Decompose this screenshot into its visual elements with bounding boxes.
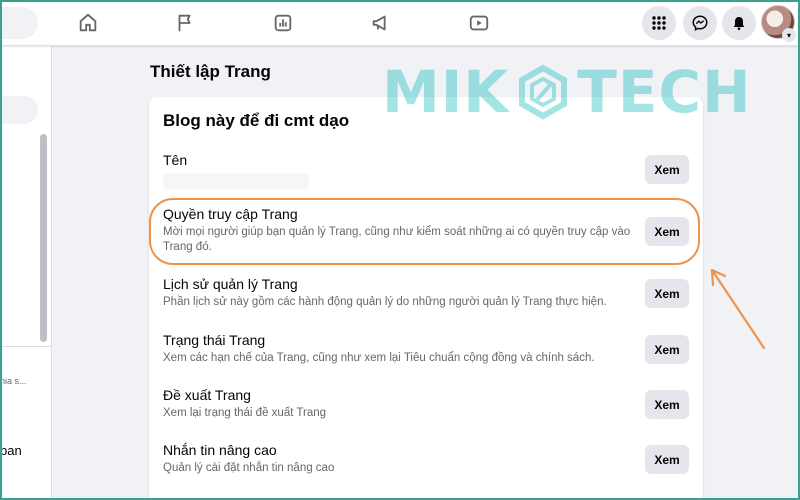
view-management-history-button[interactable]: Xem — [645, 279, 689, 308]
watermark-text: MIK — [382, 58, 510, 126]
sidebar-item-label[interactable]: ban — [0, 443, 22, 458]
bell-icon[interactable] — [722, 6, 756, 40]
row-label: Lịch sử quản lý Trang — [163, 276, 298, 292]
row-description: Xem lại trạng thái đề xuất Trang — [163, 407, 327, 419]
left-sidebar: hia s... ban — [0, 46, 52, 500]
row-description: Quản lý cài đặt nhắn tin nâng cao — [163, 462, 335, 474]
view-page-recommendation-button[interactable]: Xem — [645, 390, 689, 419]
page-title: Thiết lập Trang — [150, 62, 271, 81]
sidebar-item-label[interactable]: hia s... — [0, 376, 27, 386]
row-label: Đề xuất Trang — [163, 387, 251, 403]
view-advanced-messaging-button[interactable]: Xem — [645, 445, 689, 474]
divider — [0, 346, 52, 347]
insights-icon[interactable] — [268, 8, 298, 38]
row-label: Nhắn tin nâng cao — [163, 442, 277, 458]
card-title: Blog này để đi cmt dạo — [163, 111, 350, 130]
watermark-text: TECH — [577, 58, 752, 126]
chevron-down-icon[interactable]: ▾ — [782, 28, 796, 42]
row-description: Xem các hạn chế của Trang, cũng như xem … — [163, 352, 595, 364]
search-input[interactable] — [0, 7, 38, 39]
home-icon[interactable] — [73, 8, 103, 38]
row-label: Quyền truy cập Trang — [163, 206, 298, 222]
megaphone-icon[interactable] — [366, 8, 396, 38]
view-page-status-button[interactable]: Xem — [645, 335, 689, 364]
settings-row-page-access: Quyền truy cập Trang Mời mọi người giúp … — [163, 205, 689, 255]
settings-row-name: Tên — [163, 151, 689, 189]
row-label: Tên — [163, 152, 188, 168]
settings-card: Blog này để đi cmt dạo Tên Xem Quyền tru… — [149, 97, 703, 500]
watermark-logo: MIK TECH — [382, 58, 762, 126]
view-name-button[interactable]: Xem — [645, 155, 689, 184]
flag-icon[interactable] — [170, 8, 200, 38]
video-icon[interactable] — [464, 8, 494, 38]
top-navigation-bar: ▾ — [0, 0, 800, 46]
settings-row-advanced-messaging: Nhắn tin nâng cao Quản lý cài đặt nhắn t… — [163, 441, 689, 476]
sidebar-scrollbar[interactable] — [40, 134, 47, 342]
view-page-access-button[interactable]: Xem — [645, 217, 689, 246]
messenger-icon[interactable] — [683, 6, 717, 40]
grid-menu-icon[interactable] — [642, 6, 676, 40]
settings-row-page-status: Trạng thái Trang Xem các hạn chế của Tra… — [163, 331, 689, 366]
settings-row-management-history: Lịch sử quản lý Trang Phần lịch sử này g… — [163, 275, 689, 310]
row-label: Trạng thái Trang — [163, 332, 266, 348]
row-description: Phần lịch sử này gồm các hành động quản … — [163, 296, 607, 308]
row-description: Mời mọi người giúp bạn quản lý Trang, cũ… — [163, 226, 631, 253]
hexagon-logo-icon — [519, 64, 568, 120]
sidebar-pill[interactable] — [0, 96, 38, 124]
name-value — [163, 173, 309, 189]
annotation-arrow-icon — [710, 268, 766, 350]
settings-row-page-recommendation: Đề xuất Trang Xem lại trạng thái đề xuất… — [163, 386, 689, 421]
